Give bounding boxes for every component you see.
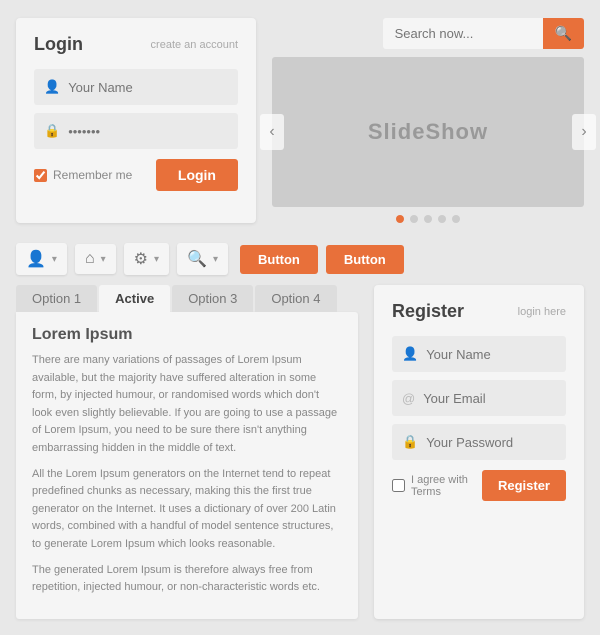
login-password-input[interactable]: [68, 124, 228, 139]
bottom-section: Option 1 Active Option 3 Option 4 Lorem …: [0, 285, 600, 635]
login-button[interactable]: Login: [156, 159, 238, 191]
tab-option1[interactable]: Option 1: [16, 285, 97, 312]
content-title: Lorem Ipsum: [32, 326, 342, 344]
nav-buttons: Button Button: [240, 245, 404, 274]
home-nav-icon: ⌂: [85, 250, 95, 268]
slideshow-area: 🔍 ‹ SlideShow ›: [272, 18, 584, 223]
remember-me-checkbox[interactable]: [34, 169, 47, 182]
tabs-content: Option 1 Active Option 3 Option 4 Lorem …: [16, 285, 358, 619]
register-name-input[interactable]: [426, 347, 556, 362]
register-user-icon: 👤: [402, 346, 418, 362]
content-area: Lorem Ipsum There are many variations of…: [16, 312, 358, 619]
email-icon: @: [402, 391, 415, 406]
tab-option4[interactable]: Option 4: [255, 285, 336, 312]
tab-option3[interactable]: Option 3: [172, 285, 253, 312]
user-chevron-icon: ▾: [52, 254, 57, 265]
dot-4[interactable]: [438, 215, 446, 223]
nav-section: 👤 ▾ ⌂ ▾ ⚙ ▾ 🔍 ▾ Button Button: [0, 233, 600, 285]
slide-left-arrow[interactable]: ‹: [260, 114, 284, 150]
login-header: Login create an account: [34, 34, 238, 55]
content-paragraph-3: The generated Lorem Ipsum is therefore a…: [32, 562, 342, 597]
home-chevron-icon: ▾: [101, 254, 106, 265]
register-card: Register login here 👤 @ 🔒 I agree with T…: [374, 285, 584, 619]
slideshow-label: SlideShow: [368, 119, 488, 145]
slide-dots: [272, 215, 584, 223]
gear-chevron-icon: ▾: [154, 254, 159, 265]
search-input[interactable]: [383, 18, 543, 49]
dot-5[interactable]: [452, 215, 460, 223]
register-email-group: @: [392, 380, 566, 416]
register-password-input[interactable]: [426, 435, 556, 450]
slide-right-arrow[interactable]: ›: [572, 114, 596, 150]
agree-terms-label[interactable]: I agree with Terms: [392, 474, 482, 498]
login-card: Login create an account 👤 🔒 Remember me …: [16, 18, 256, 223]
nav-group-gear[interactable]: ⚙ ▾: [124, 243, 169, 275]
content-paragraph-2: All the Lorem Ipsum generators on the In…: [32, 466, 342, 554]
dot-3[interactable]: [424, 215, 432, 223]
nav-group-user[interactable]: 👤 ▾: [16, 243, 67, 275]
top-section: Login create an account 👤 🔒 Remember me …: [0, 0, 600, 233]
search-chevron-icon: ▾: [213, 254, 218, 265]
register-header: Register login here: [392, 301, 566, 322]
register-footer: I agree with Terms Register: [392, 470, 566, 501]
login-footer: Remember me Login: [34, 159, 238, 191]
agree-terms-checkbox[interactable]: [392, 479, 405, 492]
login-title: Login: [34, 34, 83, 55]
remember-me-label[interactable]: Remember me: [34, 168, 132, 182]
search-bar: 🔍: [272, 18, 584, 49]
register-name-group: 👤: [392, 336, 566, 372]
nav-button-2[interactable]: Button: [326, 245, 404, 274]
login-here-link[interactable]: login here: [518, 306, 566, 318]
nav-group-home[interactable]: ⌂ ▾: [75, 244, 116, 274]
register-password-group: 🔒: [392, 424, 566, 460]
create-account-link[interactable]: create an account: [151, 39, 238, 51]
register-lock-icon: 🔒: [402, 434, 418, 450]
tabs-bar: Option 1 Active Option 3 Option 4: [16, 285, 358, 312]
lock-icon: 🔒: [44, 123, 60, 139]
dot-1[interactable]: [396, 215, 404, 223]
login-name-input[interactable]: [68, 80, 228, 95]
register-email-input[interactable]: [423, 391, 556, 406]
login-name-group: 👤: [34, 69, 238, 105]
user-nav-icon: 👤: [26, 249, 46, 269]
nav-button-1[interactable]: Button: [240, 245, 318, 274]
register-title: Register: [392, 301, 464, 322]
dot-2[interactable]: [410, 215, 418, 223]
search-button[interactable]: 🔍: [543, 18, 584, 49]
search-nav-icon: 🔍: [187, 249, 207, 269]
user-icon: 👤: [44, 79, 60, 95]
content-paragraph-1: There are many variations of passages of…: [32, 352, 342, 458]
login-password-group: 🔒: [34, 113, 238, 149]
nav-group-search[interactable]: 🔍 ▾: [177, 243, 228, 275]
gear-nav-icon: ⚙: [134, 249, 148, 269]
register-button[interactable]: Register: [482, 470, 566, 501]
slideshow-container: ‹ SlideShow ›: [272, 57, 584, 207]
tab-active[interactable]: Active: [99, 285, 170, 312]
